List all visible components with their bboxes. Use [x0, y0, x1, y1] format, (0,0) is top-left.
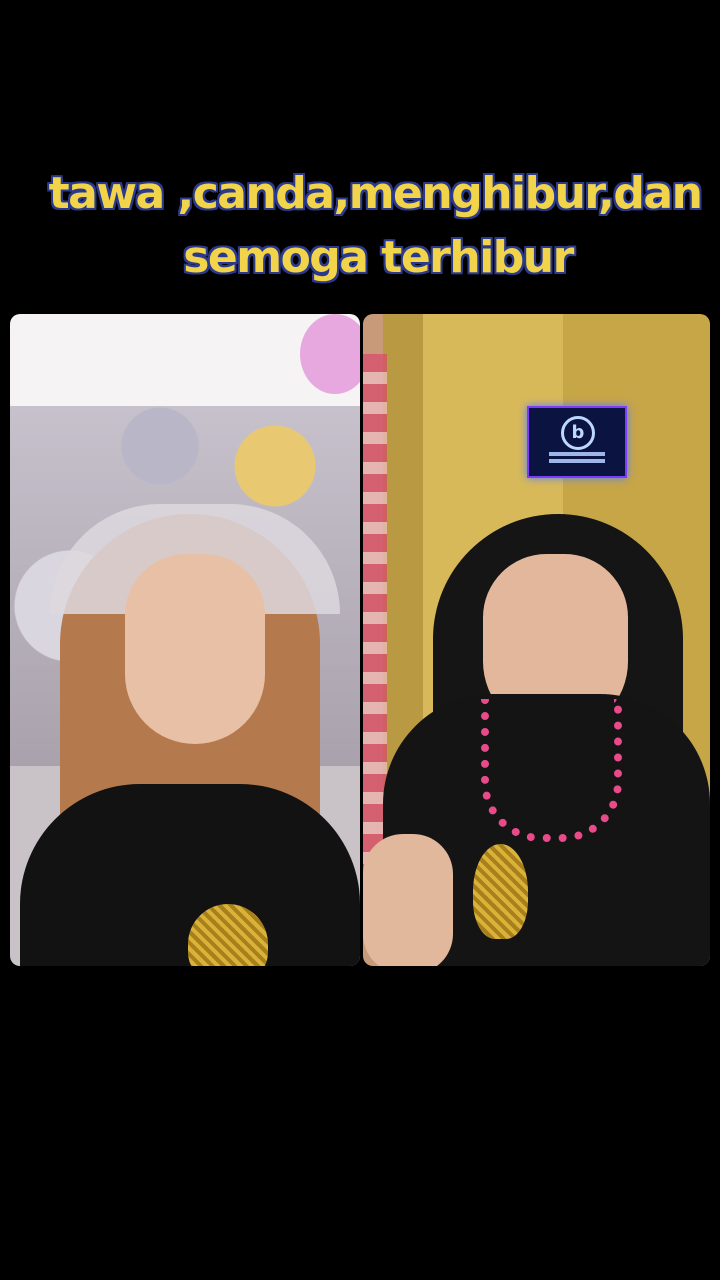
person-arm [363, 834, 453, 966]
right-video-panel: b [363, 314, 710, 966]
caption-line-2: semoga terhibur [183, 232, 574, 283]
left-video-panel [10, 314, 360, 966]
person-face [125, 554, 265, 744]
neon-sign: b [527, 406, 627, 478]
sign-text-lines [549, 452, 605, 456]
sign-logo-icon: b [561, 416, 595, 450]
bead-necklace [481, 699, 622, 842]
caption-line-1: tawa ,canda,menghibur,dan [48, 168, 703, 219]
microphone-icon [473, 844, 528, 939]
balloon [300, 314, 360, 394]
